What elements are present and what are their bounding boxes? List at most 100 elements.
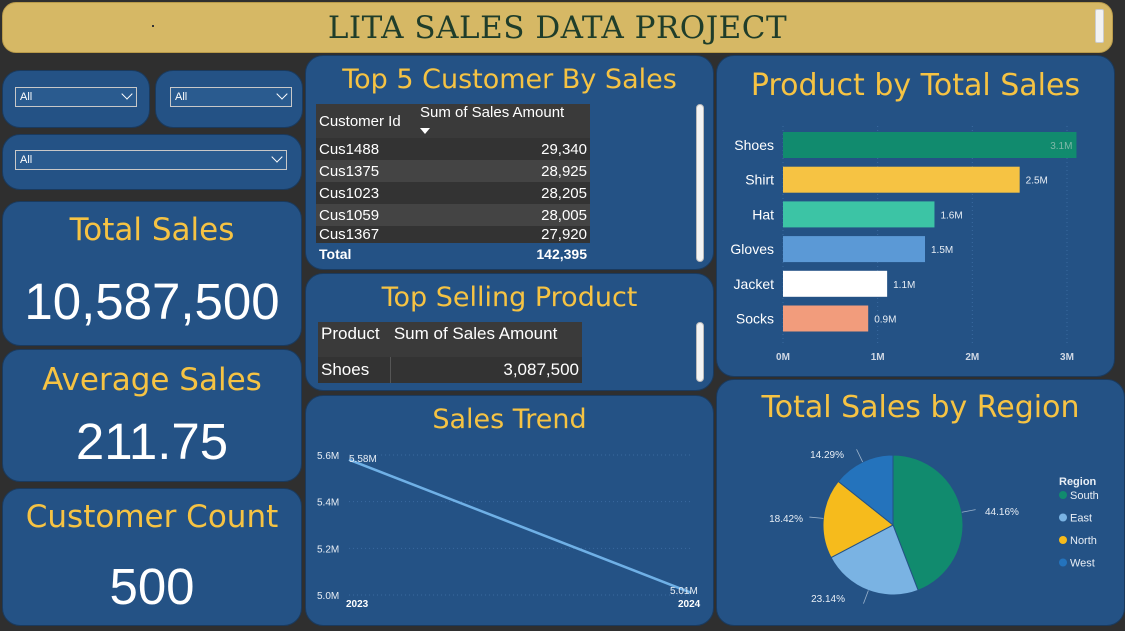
category-label: Jacket (734, 276, 775, 292)
table-row[interactable]: Cus1367 27,920 (316, 226, 590, 243)
category-label: Shirt (745, 172, 774, 188)
customer-count-card: Customer Count 500 (2, 488, 302, 626)
sales-amount-cell: 28,925 (541, 162, 587, 180)
bar (783, 166, 1020, 193)
slice-label: 14.29% (810, 450, 844, 461)
total-sales-value: 10,587,500 (24, 273, 280, 330)
filter-dropdown-3-value: All (20, 154, 33, 166)
table-scrollbar[interactable] (696, 322, 704, 382)
legend-marker (1059, 558, 1067, 567)
y-tick-label: 5.0M (317, 591, 339, 602)
top-product-table: Product Sum of Sales Amount Shoes 3,087,… (318, 322, 582, 383)
bar (783, 236, 925, 263)
legend-marker (1059, 513, 1067, 522)
column-header-sum-sales[interactable]: Sum of Sales Amount (390, 322, 582, 357)
x-tick-label: 2024 (678, 599, 701, 610)
product-sales-card: Product by Total Sales 0M 1M 2M 3M Shoes 3.1M… (716, 55, 1115, 377)
top-customers-card: Top 5 Customer By Sales Customer Id Sum … (305, 55, 714, 270)
filter-dropdown-3[interactable]: All (15, 150, 287, 170)
y-tick-label: 5.4M (317, 498, 339, 509)
legend-label: East (1070, 513, 1092, 525)
average-sales-card: Average Sales 211.75 (2, 349, 302, 482)
table-row[interactable]: Cus1059 28,005 (316, 204, 590, 226)
column-header-customer-id[interactable]: Customer Id (316, 104, 417, 138)
banner-scrollbar[interactable] (1095, 9, 1104, 43)
region-sales-card: Total Sales by Region 44.16% 23.14% 18.42%… (716, 379, 1125, 626)
sales-amount-cell: 3,087,500 (503, 360, 579, 379)
legend-marker (1059, 536, 1067, 544)
column-header-sum-sales-label: Sum of Sales Amount (419, 104, 565, 121)
leader-line (863, 590, 869, 604)
sort-descending-icon (419, 128, 430, 134)
top-customers-title: Top 5 Customer By Sales (342, 64, 677, 95)
customer-id-cell: Cus1367 (319, 226, 380, 243)
average-sales-label: Average Sales (42, 362, 262, 398)
table-scrollbar[interactable] (696, 104, 704, 262)
region-sales-chart: 44.16% 23.14% 18.42% 14.29% Region South East N… (769, 449, 1099, 605)
x-tick-label: 3M (1060, 352, 1074, 363)
slicer-card-1: All (2, 70, 150, 128)
table-row[interactable]: Shoes 3,087,500 (318, 357, 582, 383)
table-row[interactable]: Cus1375 28,925 (316, 160, 590, 182)
total-label: Total (319, 246, 352, 262)
column-header-sum-sales[interactable]: Sum of Sales Amount (416, 104, 590, 138)
sales-amount-cell: 27,920 (541, 226, 587, 243)
y-tick-label: 5.2M (317, 544, 339, 555)
legend-marker (1059, 491, 1067, 499)
legend-title: Region (1059, 476, 1097, 488)
average-sales-value: 211.75 (75, 413, 229, 470)
data-label: 5.01M (670, 586, 698, 597)
decorative-dot (152, 25, 154, 27)
slice-label: 23.14% (811, 594, 845, 605)
table-row[interactable]: Cus1023 28,205 (316, 182, 590, 204)
slice-label: 18.42% (769, 514, 803, 525)
legend-label: West (1070, 558, 1095, 570)
bar (783, 132, 1077, 158)
legend-label: North (1070, 535, 1097, 547)
product-cell: Shoes (318, 357, 392, 383)
trend-line (348, 458, 692, 594)
legend-label: South (1070, 490, 1099, 502)
bar (783, 201, 935, 228)
sales-amount-cell: 28,205 (541, 184, 587, 202)
y-tick-label: 5.6M (317, 451, 339, 462)
chevron-down-icon (276, 88, 288, 100)
table-row[interactable]: Cus1488 29,340 (316, 138, 590, 160)
total-sales-label: Total Sales (69, 212, 235, 248)
top-product-card: Top Selling Product Product Sum of Sales… (305, 273, 714, 391)
leader-line (961, 509, 976, 513)
sales-trend-card: Sales Trend 5.0M 5.2M 5.4M 5.6M 2023 2024 5.58… (305, 395, 714, 626)
data-label: 1.6M (940, 210, 962, 221)
customer-id-cell: Cus1488 (319, 140, 380, 158)
category-label: Gloves (730, 241, 774, 257)
filter-dropdown-2-value: All (175, 91, 188, 103)
top-product-title: Top Selling Product (381, 282, 638, 313)
leader-line (856, 449, 863, 463)
sales-amount-cell: 29,340 (541, 140, 587, 158)
chevron-down-icon (121, 88, 133, 100)
chevron-down-icon (271, 151, 283, 163)
page-title: LITA SALES DATA PROJECT (327, 10, 788, 46)
x-tick-label: 1M (871, 352, 885, 363)
data-label: 1.1M (893, 280, 915, 291)
slice-label: 44.16% (985, 507, 1019, 518)
category-label: Socks (736, 311, 774, 327)
slicer-card-3: All (2, 134, 302, 190)
total-sales-card: Total Sales 10,587,500 (2, 201, 302, 346)
top-customers-table: Customer Id Sum of Sales Amount Cus1488 2… (316, 104, 590, 265)
data-label: 3.1M (1050, 141, 1072, 152)
product-sales-chart: 0M 1M 2M 3M Shoes 3.1M Shirt 2.5M Hat 1.6M Gloves 1… (730, 126, 1077, 363)
filter-dropdown-1[interactable]: All (15, 87, 137, 107)
x-tick-label: 2M (965, 352, 979, 363)
total-value: 142,395 (536, 246, 587, 262)
x-tick-label: 2023 (346, 599, 369, 610)
customer-id-cell: Cus1023 (319, 184, 380, 202)
title-banner: LITA SALES DATA PROJECT (2, 2, 1113, 53)
filter-dropdown-2[interactable]: All (170, 87, 292, 107)
sales-trend-chart: 5.0M 5.2M 5.4M 5.6M 2023 2024 5.58M 5.01M (317, 451, 701, 610)
customer-count-value: 500 (109, 558, 195, 615)
sales-amount-cell: 28,005 (541, 206, 587, 224)
column-header-product[interactable]: Product (318, 322, 391, 357)
x-tick-label: 0M (776, 352, 790, 363)
customer-count-label: Customer Count (25, 499, 279, 535)
